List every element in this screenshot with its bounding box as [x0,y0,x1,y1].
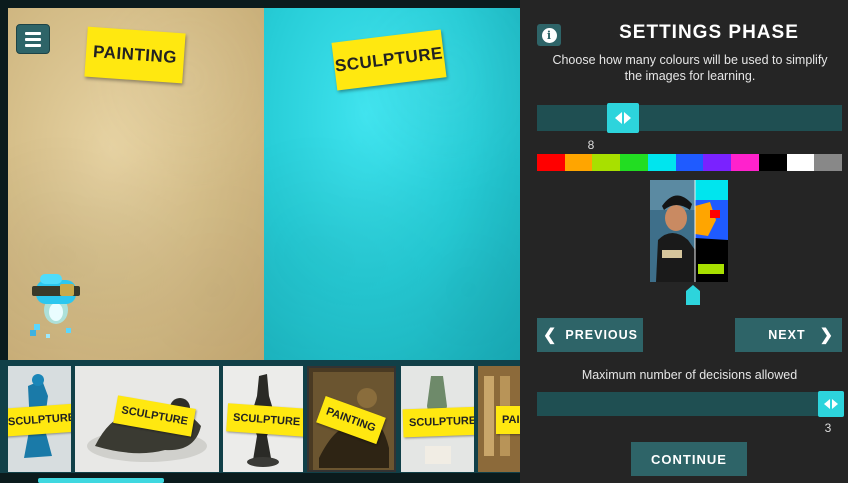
artwork-label: SCULPTURE [226,403,303,437]
previous-button-label: PREVIOUS [565,328,639,342]
artwork-label: PAI [496,406,520,434]
panel-description: Choose how many colours will be used to … [552,53,828,83]
next-button-label: NEXT [768,328,806,342]
artwork-label: SCULPTURE [8,403,71,437]
simplified-image-preview [650,180,728,282]
preview-divider-handle-icon[interactable] [686,285,700,305]
settings-panel: i SETTINGS PHASE Choose how many colours… [520,0,848,483]
slider-handle-icon[interactable] [818,391,844,417]
max-decisions-label: Maximum number of decisions allowed [581,368,798,382]
palette-swatch [592,154,621,171]
max-decisions-value: 3 [824,421,832,435]
tray-scrollbar[interactable] [38,478,164,483]
chevron-left-icon: ❮ [543,327,558,344]
artwork-card[interactable]: PAI [478,366,520,472]
palette-swatch [731,154,759,171]
colour-palette [537,154,843,171]
hamburger-menu-icon[interactable] [16,24,50,54]
robot-character [30,274,80,338]
painting-zone-label: PAINTING [84,26,186,84]
info-icon[interactable]: i [537,24,561,46]
artwork-card[interactable]: SCULPTURE [8,366,71,472]
colour-count-slider[interactable] [537,103,842,133]
artwork-card[interactable]: SCULPTURE [75,366,219,472]
palette-swatch [758,154,787,171]
artwork-card[interactable]: SCULPTURE [223,366,303,472]
panel-title: SETTINGS PHASE [619,22,799,43]
palette-swatch [537,154,565,171]
continue-button[interactable]: CONTINUE [631,442,747,476]
palette-swatch [703,154,732,171]
artwork-card[interactable]: PAINTING [307,366,396,472]
previous-button[interactable]: ❮ PREVIOUS [537,318,643,352]
artwork-card[interactable]: SCULPTURE [401,366,474,472]
max-decisions-slider[interactable] [537,391,844,417]
palette-swatch [564,154,593,171]
palette-swatch [814,154,843,171]
palette-swatch [786,154,815,171]
artwork-tray[interactable]: SCULPTURE SCULPTURE SCULPTURE PAINTING S… [0,360,520,473]
palette-swatch [675,154,704,171]
chevron-right-icon: ❯ [819,327,834,344]
palette-swatch [647,154,676,171]
slider-handle-icon[interactable] [607,103,639,133]
palette-swatch [620,154,648,171]
colour-count-value: 8 [587,138,595,152]
artwork-label: SCULPTURE [402,406,474,438]
game-area: PAINTING SCULPTURE SCULPTURE SCULPTURE S… [0,0,520,483]
next-button[interactable]: NEXT ❯ [735,318,842,352]
